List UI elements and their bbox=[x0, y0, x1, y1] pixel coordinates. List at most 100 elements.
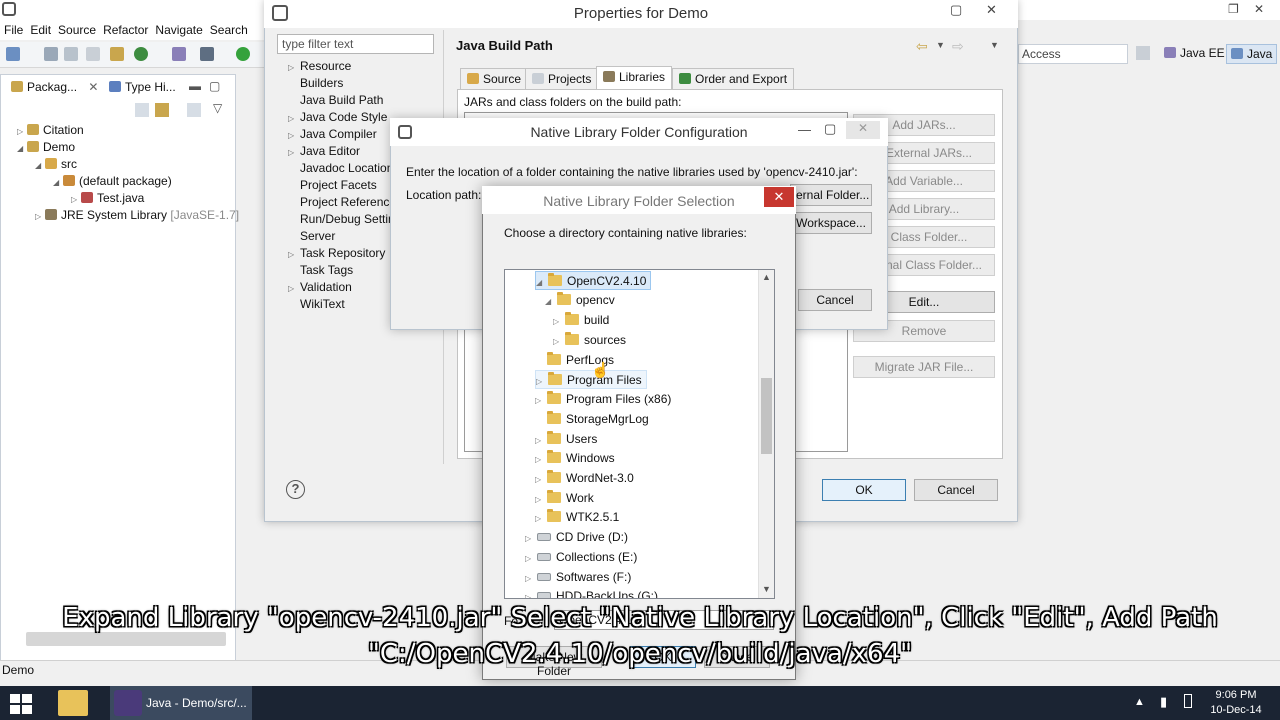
scroll-down-icon[interactable]: ▼ bbox=[762, 584, 771, 594]
open-perspective-icon[interactable] bbox=[1136, 46, 1150, 60]
link-editor-icon[interactable] bbox=[155, 103, 169, 117]
workspace-button[interactable]: Workspace... bbox=[790, 212, 872, 234]
chevron-down-icon[interactable]: ▽ bbox=[213, 101, 222, 115]
nav-item-wikitext[interactable]: WikiText bbox=[288, 297, 345, 311]
drive-item[interactable]: ▷ Collections (E:) bbox=[525, 548, 641, 567]
back-arrow-icon[interactable]: ⇦ bbox=[916, 38, 928, 55]
save-icon[interactable] bbox=[44, 47, 58, 61]
drive-item[interactable]: ▷ HDD-BackUps (G:) bbox=[525, 587, 662, 598]
file-explorer-icon[interactable] bbox=[58, 690, 88, 716]
tab-source[interactable]: Source bbox=[460, 68, 529, 90]
drive-item[interactable]: ▷ Softwares (F:) bbox=[525, 568, 635, 587]
minimize-icon[interactable]: — bbox=[798, 122, 811, 137]
nav-item-java-editor[interactable]: ▷ Java Editor bbox=[288, 144, 360, 158]
windows-start-icon[interactable] bbox=[8, 692, 32, 714]
folder-tree[interactable]: ◢ OpenCV2.4.10 ◢ opencv ▷ build ▷ sources Pe… bbox=[504, 269, 775, 599]
save-all-icon[interactable] bbox=[64, 47, 78, 61]
nav-item-project-references[interactable]: Project References bbox=[288, 195, 402, 209]
view-menu-icon[interactable] bbox=[187, 103, 201, 117]
chevron-up-icon[interactable]: ▲ bbox=[1134, 696, 1145, 708]
close-icon[interactable]: ✕ bbox=[88, 80, 98, 94]
filter-input[interactable]: type filter text bbox=[277, 34, 434, 54]
chevron-down-icon[interactable]: ▼ bbox=[936, 40, 945, 50]
perspective-java[interactable]: Java bbox=[1226, 44, 1278, 64]
menu-source[interactable]: Source bbox=[58, 20, 103, 40]
ok-button[interactable]: OK bbox=[822, 479, 906, 501]
tab-projects[interactable]: Projects bbox=[525, 68, 599, 90]
tree-item[interactable]: ◢ (default package) bbox=[53, 174, 172, 188]
debug-icon[interactable] bbox=[200, 47, 214, 61]
maximize-icon[interactable]: ▢ bbox=[209, 79, 220, 93]
quick-access-input[interactable]: Access bbox=[1018, 44, 1128, 64]
nav-item-java-compiler[interactable]: ▷ Java Compiler bbox=[288, 127, 377, 141]
new-icon[interactable] bbox=[6, 47, 20, 61]
maximize-icon[interactable]: ▢ bbox=[824, 121, 836, 137]
close-icon[interactable]: ✕ bbox=[764, 187, 794, 207]
tree-item[interactable]: ▷ Citation bbox=[17, 123, 84, 137]
config-cancel-button[interactable]: Cancel bbox=[798, 289, 872, 311]
forward-arrow-icon[interactable]: ⇨ bbox=[952, 38, 964, 55]
network-icon[interactable]: ▮ bbox=[1160, 694, 1167, 710]
folder-item[interactable]: ▷ Work bbox=[535, 489, 598, 508]
external-folder-button[interactable]: ternal Folder... bbox=[790, 184, 872, 206]
view-menu-icon[interactable]: ▼ bbox=[990, 40, 999, 50]
tab-order-and-export[interactable]: Order and Export bbox=[672, 68, 795, 90]
folder-item[interactable]: ▷ Program Files (x86) bbox=[535, 390, 675, 409]
print-icon[interactable] bbox=[86, 47, 100, 61]
nav-item-validation[interactable]: ▷ Validation bbox=[288, 280, 352, 294]
tab-type-hierarchy[interactable]: Type Hi... bbox=[105, 78, 180, 98]
menu-search[interactable]: Search bbox=[210, 20, 255, 40]
nav-item-javadoc-location[interactable]: Javadoc Location bbox=[288, 161, 393, 175]
nav-item-task-repository[interactable]: ▷ Task Repository bbox=[288, 246, 385, 260]
tool-icon[interactable] bbox=[172, 47, 186, 61]
folder-item[interactable]: ▷ build bbox=[553, 311, 613, 330]
collapse-all-icon[interactable] bbox=[135, 103, 149, 117]
tab-package-explorer[interactable]: Packag... ✕ bbox=[7, 78, 102, 98]
nav-item-resource[interactable]: ▷ Resource bbox=[288, 59, 351, 73]
tab-libraries[interactable]: Libraries bbox=[596, 66, 673, 90]
menu-refactor[interactable]: Refactor bbox=[103, 20, 155, 40]
close-icon[interactable]: ✕ bbox=[986, 2, 997, 18]
menu-edit[interactable]: Edit bbox=[30, 20, 58, 40]
nav-item-run-debug-settings[interactable]: Run/Debug Settin bbox=[288, 212, 395, 226]
scroll-up-icon[interactable]: ▲ bbox=[762, 272, 771, 282]
nav-item-java-code-style[interactable]: ▷ Java Code Style bbox=[288, 110, 387, 124]
minimize-icon[interactable]: ▬ bbox=[189, 79, 201, 93]
folder-item[interactable]: ◢ OpenCV2.4.10 bbox=[535, 271, 652, 290]
run-icon[interactable] bbox=[236, 47, 250, 61]
scroll-thumb[interactable] bbox=[761, 378, 772, 454]
folder-item[interactable]: ▷ sources bbox=[553, 331, 630, 350]
refresh-icon[interactable] bbox=[134, 47, 148, 61]
nav-item-task-tags[interactable]: Task Tags bbox=[288, 263, 353, 277]
clock[interactable]: 9:06 PM 10-Dec-14 bbox=[1196, 688, 1276, 718]
package-icon[interactable] bbox=[110, 47, 124, 61]
maximize-icon[interactable]: ▢ bbox=[950, 2, 962, 18]
battery-icon[interactable] bbox=[1184, 694, 1192, 708]
folder-item[interactable]: ▷ WTK2.5.1 bbox=[535, 508, 623, 527]
menu-navigate[interactable]: Navigate bbox=[155, 20, 209, 40]
folder-item[interactable]: StorageMgrLog bbox=[535, 410, 653, 429]
help-icon[interactable]: ? bbox=[286, 480, 305, 499]
nav-item-java-build-path[interactable]: Java Build Path bbox=[288, 93, 383, 107]
tree-item[interactable]: ▷ JRE System Library [JavaSE-1.7] bbox=[35, 208, 239, 222]
restore-icon[interactable]: ❐ bbox=[1228, 2, 1239, 16]
nav-item-builders[interactable]: Builders bbox=[288, 76, 343, 90]
folder-item[interactable]: ▷ Users bbox=[535, 430, 601, 449]
close-icon[interactable]: ✕ bbox=[846, 121, 880, 139]
nav-item-project-facets[interactable]: Project Facets bbox=[288, 178, 377, 192]
migrate-jar-button[interactable]: Migrate JAR File... bbox=[853, 356, 995, 378]
package-icon bbox=[11, 81, 23, 92]
tree-item[interactable]: ▷ Test.java bbox=[71, 191, 144, 205]
nav-item-server[interactable]: Server bbox=[288, 229, 335, 243]
folder-item[interactable]: ◢ opencv bbox=[545, 291, 619, 310]
drive-item[interactable]: ▷ CD Drive (D:) bbox=[525, 528, 632, 547]
window-close-icon[interactable]: ✕ bbox=[1254, 2, 1264, 16]
cancel-button[interactable]: Cancel bbox=[914, 479, 998, 501]
menu-file[interactable]: File bbox=[4, 20, 30, 40]
taskbar-item-java[interactable]: Java - Demo/src/... bbox=[110, 686, 252, 720]
tree-item[interactable]: ◢ src bbox=[35, 157, 77, 171]
tree-item[interactable]: ◢ Demo bbox=[17, 140, 75, 154]
folder-item[interactable]: ▷ WordNet-3.0 bbox=[535, 469, 638, 488]
folder-item[interactable]: ▷ Windows bbox=[535, 449, 619, 468]
perspective-java-ee[interactable]: Java EE bbox=[1164, 46, 1225, 60]
